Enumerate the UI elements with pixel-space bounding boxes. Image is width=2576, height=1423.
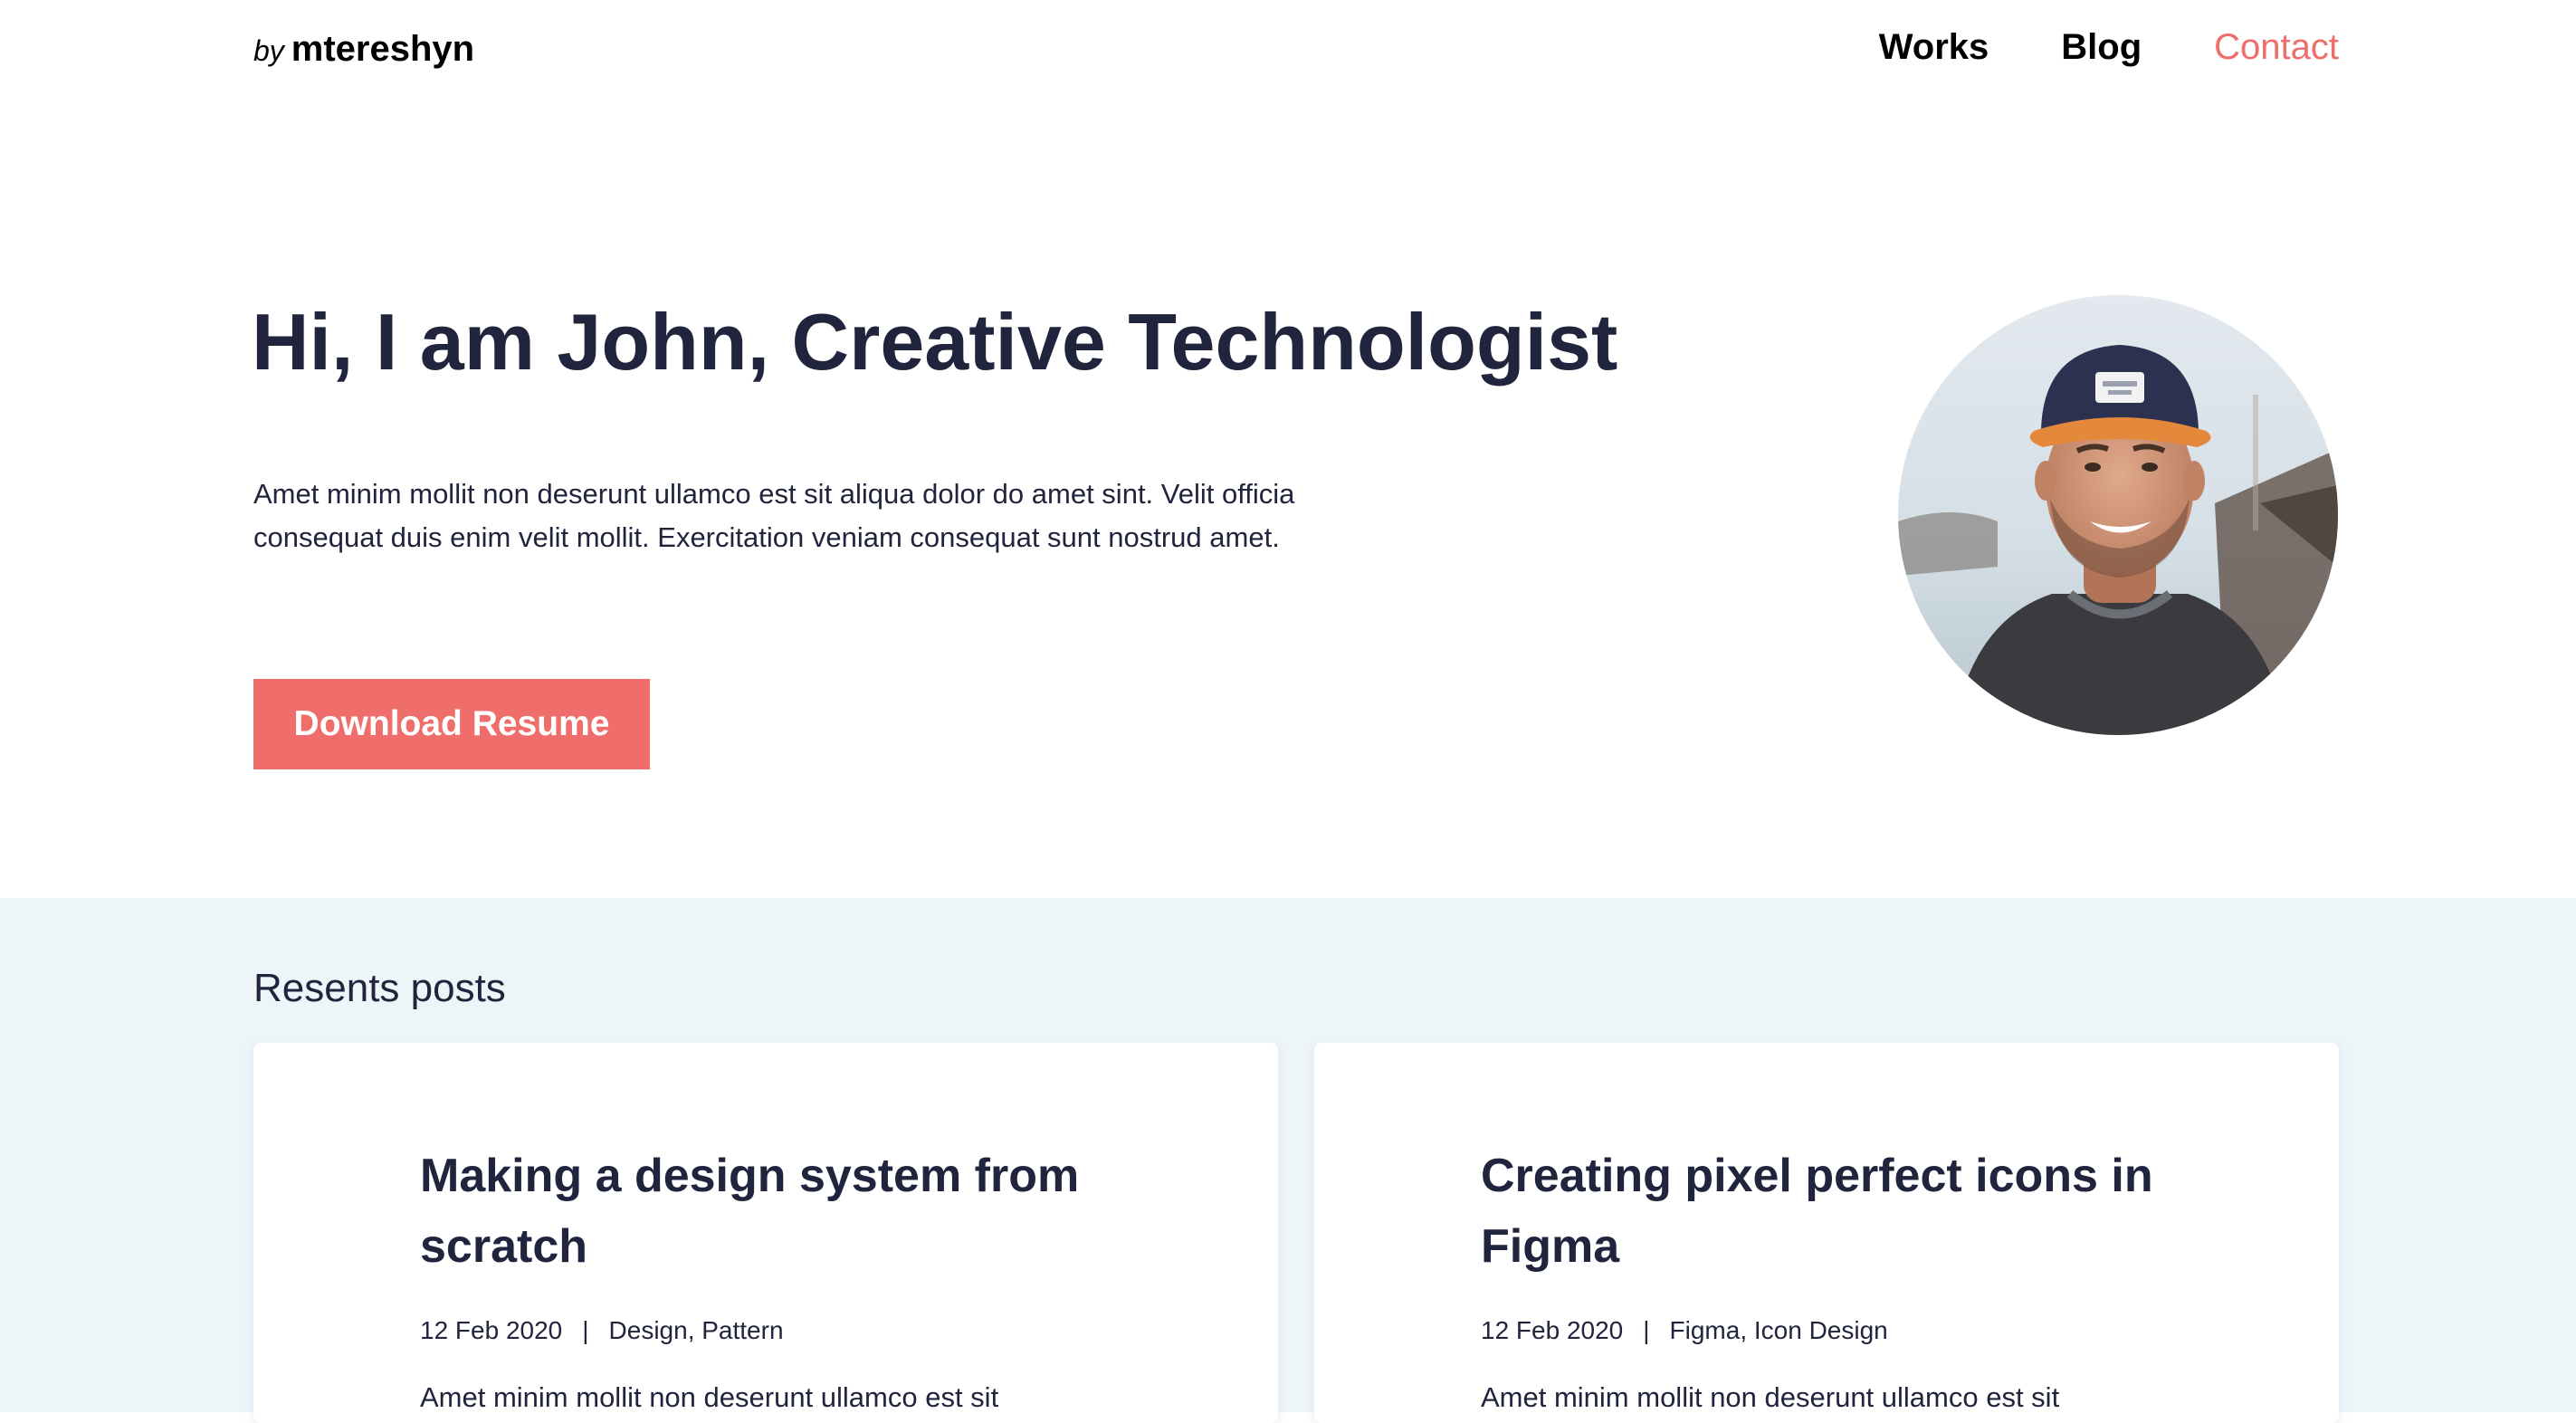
post-date: 12 Feb 2020	[420, 1316, 563, 1344]
post-card[interactable]: Making a design system from scratch 12 F…	[253, 1043, 1278, 1423]
post-card[interactable]: Creating pixel perfect icons in Figma 12…	[1314, 1043, 2339, 1423]
hero-title: Hi, I am John, Creative Technologist	[252, 297, 1618, 387]
meta-separator: |	[582, 1316, 589, 1344]
logo-name: mtereshyn	[291, 29, 475, 69]
post-date: 12 Feb 2020	[1481, 1316, 1624, 1344]
logo-by: by	[253, 34, 284, 67]
recent-posts-heading: Resents posts	[253, 966, 506, 1010]
post-meta: 12 Feb 2020 | Figma, Icon Design	[1481, 1313, 1888, 1349]
recent-posts-section: Resents posts Making a design system fro…	[0, 898, 2576, 1423]
nav-blog-link[interactable]: Blog	[2061, 24, 2142, 71]
post-title[interactable]: Creating pixel perfect icons in Figma	[1481, 1141, 2187, 1282]
meta-separator: |	[1643, 1316, 1650, 1344]
post-excerpt: Amet minim mollit non deserunt ullamco e…	[1481, 1381, 2060, 1413]
post-tags: Design, Pattern	[608, 1316, 784, 1344]
post-tags: Figma, Icon Design	[1669, 1316, 1888, 1344]
nav-works-link[interactable]: Works	[1879, 24, 1989, 71]
profile-avatar	[1898, 295, 2338, 735]
main-nav: Works Blog Contact	[1879, 24, 2339, 71]
hero-description: Amet minim mollit non deserunt ullamco e…	[253, 478, 1295, 553]
nav-contact-link[interactable]: Contact	[2214, 24, 2339, 71]
post-meta: 12 Feb 2020 | Design, Pattern	[420, 1313, 784, 1349]
post-excerpt: Amet minim mollit non deserunt ullamco e…	[420, 1381, 999, 1413]
site-header: by mtereshyn Works Blog Contact	[0, 0, 2576, 100]
download-resume-button[interactable]: Download Resume	[253, 679, 650, 769]
profile-photo	[1898, 295, 2338, 735]
site-logo[interactable]: by mtereshyn	[253, 25, 474, 74]
post-title[interactable]: Making a design system from scratch	[420, 1141, 1126, 1282]
